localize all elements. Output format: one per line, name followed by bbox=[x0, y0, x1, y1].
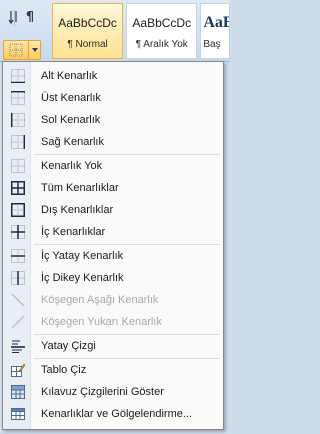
menu-item-top-border[interactable]: Üst Kenarlık bbox=[4, 87, 222, 109]
style-sample: AaBl bbox=[203, 13, 229, 31]
menu-item-label: Üst Kenarlık bbox=[41, 92, 101, 104]
menu-item-label: Kenarlık Yok bbox=[41, 160, 103, 172]
show-formatting-marks-button[interactable]: ¶ bbox=[20, 7, 40, 27]
pilcrow-icon: ¶ bbox=[25, 9, 35, 25]
menu-item-diagonal-up-border: Köşegen Yukarı Kenarlık bbox=[4, 311, 222, 333]
inside-horizontal-border-icon bbox=[11, 249, 25, 263]
menu-item-right-border[interactable]: Sağ Kenarlık bbox=[4, 131, 222, 153]
borders-icon bbox=[9, 43, 23, 57]
menu-item-label: İç Kenarlıklar bbox=[41, 226, 106, 238]
menu-item-label: Alt Kenarlık bbox=[41, 70, 98, 82]
menu-item-view-gridlines[interactable]: Kılavuz Çizgilerini Göster bbox=[4, 381, 222, 403]
menu-item-label: Sol Kenarlık bbox=[41, 114, 101, 126]
menu-item-label: Yatay Çizgi bbox=[41, 340, 96, 352]
menu-item-label: Kılavuz Çizgilerini Göster bbox=[41, 386, 164, 398]
borders-shading-icon bbox=[11, 408, 25, 420]
style-sample: AaBbCcDc bbox=[132, 15, 192, 30]
menu-item-no-border[interactable]: Kenarlık Yok bbox=[4, 155, 222, 177]
bottom-border-icon bbox=[11, 69, 25, 83]
menu-item-inside-borders[interactable]: İç Kenarlıklar bbox=[4, 221, 222, 243]
menu-item-draw-table[interactable]: Tablo Çiz bbox=[4, 359, 222, 381]
diagonal-down-border-icon bbox=[11, 293, 25, 307]
ribbon: ¶ AaBbCcDc ¶ Normal AaBbCcDc ¶ Aralık Yo… bbox=[0, 0, 230, 62]
menu-item-label: Sağ Kenarlık bbox=[41, 136, 104, 148]
no-border-icon bbox=[11, 159, 25, 173]
chevron-down-icon[interactable] bbox=[32, 48, 38, 52]
inside-borders-icon bbox=[11, 225, 25, 239]
diagonal-up-border-icon bbox=[11, 315, 25, 329]
right-border-icon bbox=[11, 135, 25, 149]
all-borders-icon bbox=[11, 181, 25, 195]
style-no-spacing[interactable]: AaBbCcDc ¶ Aralık Yok bbox=[126, 3, 198, 59]
menu-item-diagonal-down-border: Köşegen Aşağı Kenarlık bbox=[4, 289, 222, 311]
menu-item-label: Kenarlıklar ve Gölgelendirme... bbox=[41, 408, 193, 420]
menu-item-left-border[interactable]: Sol Kenarlık bbox=[4, 109, 222, 131]
ribbon-separator bbox=[14, 10, 15, 26]
top-border-icon bbox=[11, 91, 25, 105]
split-divider bbox=[28, 41, 29, 59]
menu-item-label: İç Dikey Kenarlık bbox=[41, 272, 124, 284]
style-sample: AaBbCcDc bbox=[58, 15, 117, 30]
menu-item-inside-horizontal-border[interactable]: İç Yatay Kenarlık bbox=[4, 245, 222, 267]
menu-item-label: Köşegen Aşağı Kenarlık bbox=[41, 294, 159, 306]
menu-item-all-borders[interactable]: Tüm Kenarlıklar bbox=[4, 177, 222, 199]
menu-item-label: Tablo Çiz bbox=[41, 364, 87, 376]
menu-item-outside-borders[interactable]: Dış Kenarlıklar bbox=[4, 199, 222, 221]
menu-item-borders-and-shading[interactable]: Kenarlıklar ve Gölgelendirme... bbox=[4, 403, 222, 425]
style-name: ¶ Aralık Yok bbox=[135, 38, 188, 50]
draw-table-icon bbox=[11, 363, 25, 377]
quick-styles-gallery: AaBbCcDc ¶ Normal AaBbCcDc ¶ Aralık Yok … bbox=[52, 3, 230, 59]
style-name: ¶ Normal bbox=[67, 38, 108, 50]
left-border-icon bbox=[11, 113, 25, 127]
menu-item-inside-vertical-border[interactable]: İç Dikey Kenarlık bbox=[4, 267, 222, 289]
borders-dropdown-button[interactable] bbox=[3, 40, 41, 60]
menu-item-label: İç Yatay Kenarlık bbox=[41, 250, 124, 262]
style-normal[interactable]: AaBbCcDc ¶ Normal bbox=[52, 3, 124, 59]
view-gridlines-icon bbox=[11, 385, 25, 399]
menu-item-label: Dış Kenarlıklar bbox=[41, 204, 114, 216]
menu-item-bottom-border[interactable]: Alt Kenarlık bbox=[4, 65, 222, 87]
inside-vertical-border-icon bbox=[11, 271, 25, 285]
style-name: Baş bbox=[203, 38, 221, 50]
outside-borders-icon bbox=[11, 203, 25, 217]
menu-item-horizontal-line[interactable]: Yatay Çizgi bbox=[4, 335, 222, 357]
borders-menu: Alt Kenarlık Üst Kenarlık Sol Kenarlık S… bbox=[2, 61, 224, 430]
menu-item-label: Tüm Kenarlıklar bbox=[41, 182, 119, 194]
horizontal-line-icon bbox=[11, 340, 25, 353]
menu-item-label: Köşegen Yukarı Kenarlık bbox=[41, 316, 162, 328]
style-heading[interactable]: AaBl Baş bbox=[200, 3, 230, 59]
